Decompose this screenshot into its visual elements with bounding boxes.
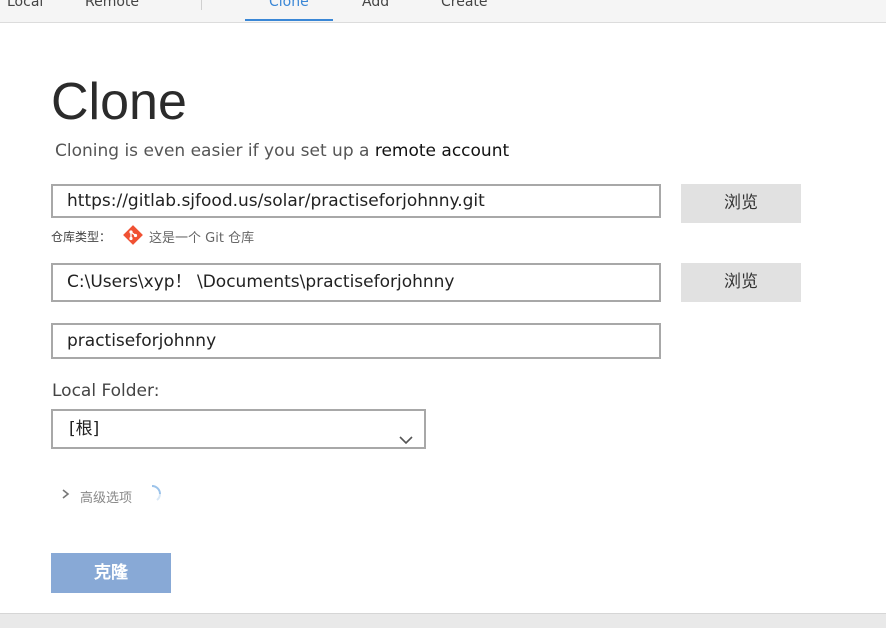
remote-account-link[interactable]: remote account <box>375 141 509 161</box>
active-tab-indicator <box>245 19 333 21</box>
page-subtitle: Cloning is even easier if you set up a r… <box>55 141 509 161</box>
advanced-options-label: 高级选项 <box>80 490 133 506</box>
tab-create[interactable]: Create <box>441 0 488 10</box>
destination-path-input[interactable]: C:\Users\xyp！ \Documents\practiseforjohn… <box>51 263 661 302</box>
local-folder-select[interactable]: [根] <box>51 409 426 449</box>
tab-divider <box>201 0 202 10</box>
local-folder-value: [根] <box>69 419 100 439</box>
name-input[interactable]: practiseforjohnny <box>51 323 661 359</box>
advanced-options-toggle[interactable]: 高级选项 <box>60 484 162 508</box>
spinner-icon <box>142 484 162 508</box>
page-title: Clone <box>51 73 187 131</box>
repo-type-label: 仓库类型： <box>51 230 112 244</box>
browse-destination-button[interactable]: 浏览 <box>681 263 801 302</box>
tab-clone[interactable]: Clone <box>269 0 309 10</box>
repo-type-value: 这是一个 Git 仓库 <box>149 231 255 246</box>
local-folder-label: Local Folder: <box>52 381 160 401</box>
repo-type-info: 仓库类型： 这是一个 Git 仓库 <box>51 225 254 248</box>
subtitle-text: Cloning is even easier if you set up a <box>55 141 370 161</box>
git-icon <box>123 225 143 248</box>
top-tab-bar: Local Remote Clone Add Create <box>0 0 886 23</box>
window-bottom-edge <box>0 613 886 628</box>
chevron-down-icon <box>398 423 414 459</box>
tab-local[interactable]: Local <box>7 0 43 10</box>
tab-add[interactable]: Add <box>362 0 389 10</box>
clone-button[interactable]: 克隆 <box>51 553 171 593</box>
source-url-input[interactable]: https://gitlab.sjfood.us/solar/practisef… <box>51 184 661 218</box>
chevron-right-icon <box>60 487 72 505</box>
browse-source-button[interactable]: 浏览 <box>681 184 801 223</box>
tab-remote[interactable]: Remote <box>85 0 139 10</box>
